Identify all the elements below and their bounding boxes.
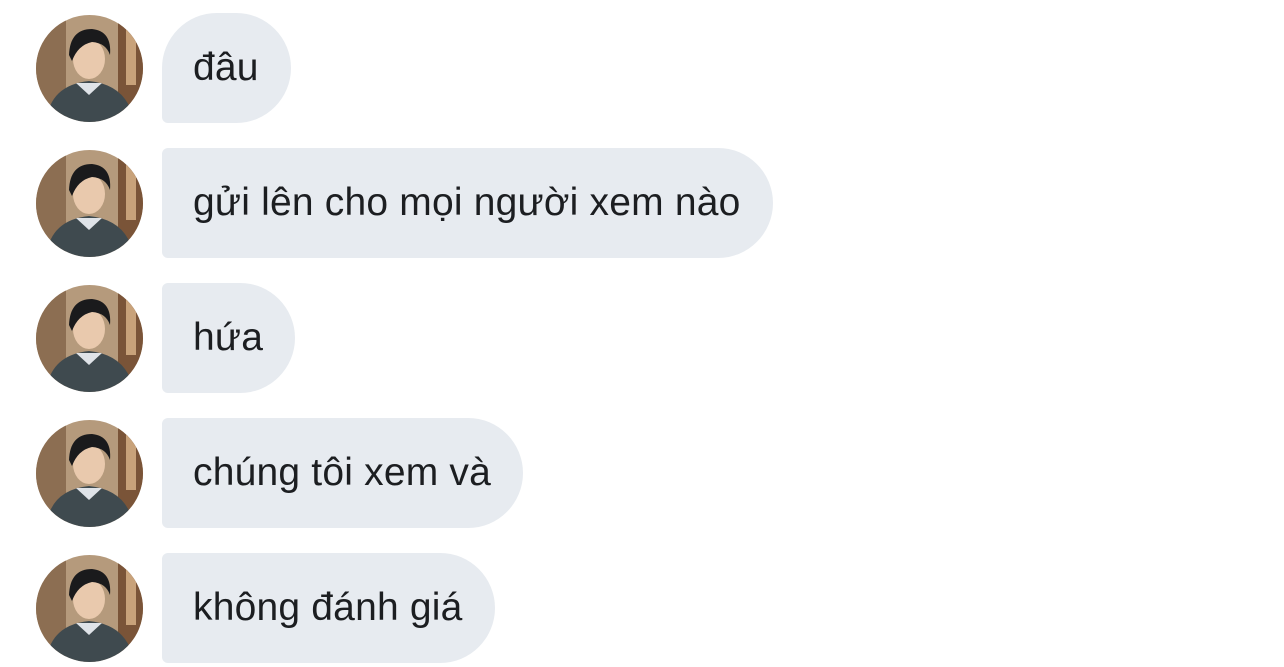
message-row: đâu — [0, 13, 1284, 123]
message-text: không đánh giá — [193, 586, 463, 629]
message-bubble[interactable]: không đánh giá — [162, 553, 495, 663]
message-text: gửi lên cho mọi người xem nào — [193, 181, 741, 224]
avatar-photo-icon — [36, 150, 143, 257]
avatar[interactable] — [36, 15, 143, 122]
message-row: không đánh giá — [0, 553, 1284, 663]
message-row: gửi lên cho mọi người xem nào — [0, 148, 1284, 258]
message-bubble[interactable]: hứa — [162, 283, 296, 393]
message-bubble[interactable]: đâu — [162, 13, 291, 123]
message-text: hứa — [193, 316, 264, 359]
message-text: đâu — [193, 46, 259, 89]
message-row: chúng tôi xem và — [0, 418, 1284, 528]
message-row: hứa — [0, 283, 1284, 393]
avatar-photo-icon — [36, 420, 143, 527]
message-text: chúng tôi xem và — [193, 451, 492, 494]
avatar[interactable] — [36, 555, 143, 662]
avatar-photo-icon — [36, 555, 143, 662]
message-thread: đâu gửi lên cho mọi người xem nào hứa ch… — [0, 0, 1284, 667]
avatar[interactable] — [36, 150, 143, 257]
avatar[interactable] — [36, 420, 143, 527]
message-bubble[interactable]: chúng tôi xem và — [162, 418, 524, 528]
avatar-photo-icon — [36, 285, 143, 392]
avatar-photo-icon — [36, 15, 143, 122]
avatar[interactable] — [36, 285, 143, 392]
message-bubble[interactable]: gửi lên cho mọi người xem nào — [162, 148, 773, 258]
